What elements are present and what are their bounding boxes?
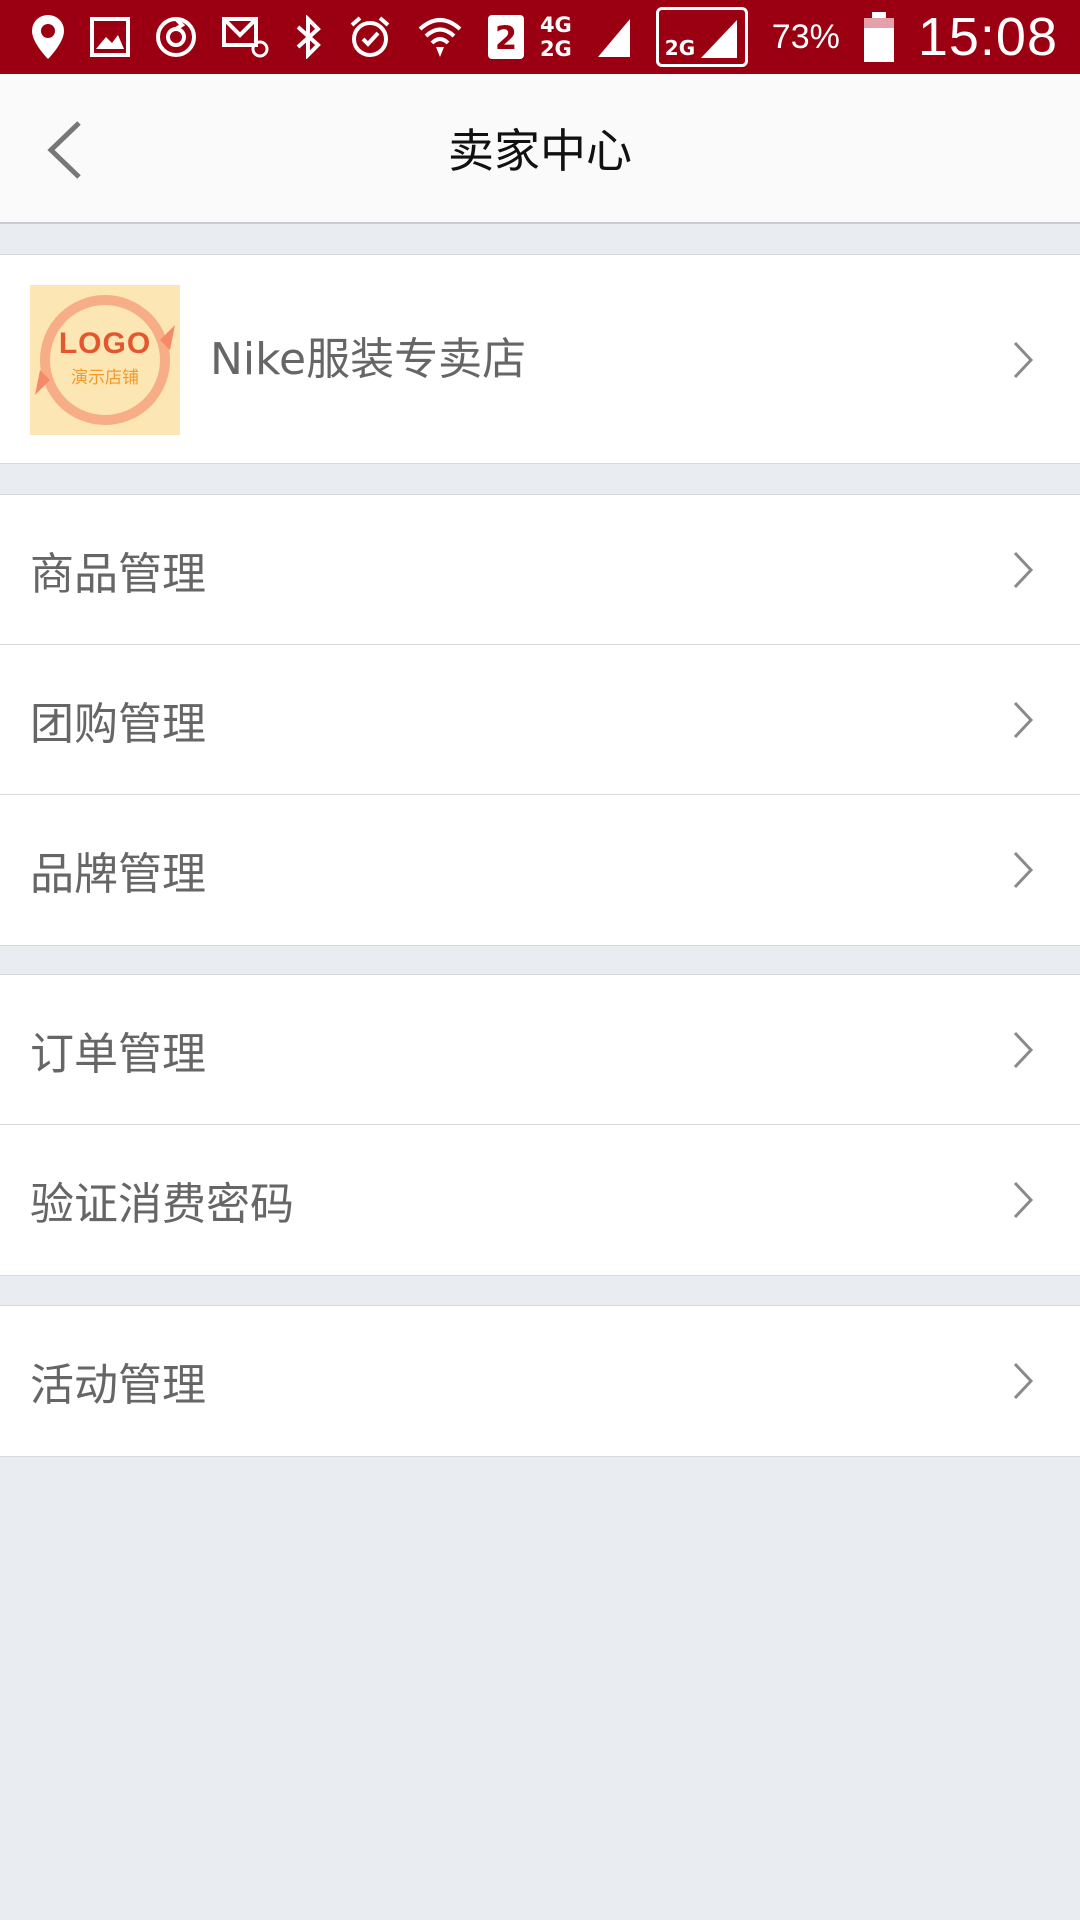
sync-icon — [154, 9, 198, 65]
header-bar: 卖家中心 — [0, 74, 1080, 224]
menu-item-label: 品牌管理 — [30, 849, 206, 900]
sim-badge-icon: 2 — [488, 9, 524, 65]
app-root: 2 4G 2G 2G 73% 15:08 卖家中心 LOGO 演示店铺 Nike… — [0, 0, 1080, 1920]
menu-item-label: 活动管理 — [30, 1360, 206, 1411]
menu-group-orders: 订单管理 验证消费密码 — [0, 974, 1080, 1276]
chevron-right-icon — [1012, 1030, 1034, 1070]
status-bar-left: 2 — [30, 9, 524, 65]
menu-item-product-management[interactable]: 商品管理 — [0, 495, 1080, 645]
alarm-icon — [348, 9, 392, 65]
chevron-right-icon — [1012, 1361, 1034, 1401]
sim-badge-text: 2 — [495, 19, 517, 57]
logo-sub-text: 演示店铺 — [71, 367, 139, 388]
network-bottom: 2G — [539, 37, 572, 61]
back-arrow-icon — [47, 121, 81, 179]
battery-icon — [863, 9, 894, 65]
chevron-right-icon — [1012, 550, 1034, 590]
battery-percent: 73% — [771, 17, 840, 56]
network-type: 4G 2G — [540, 13, 572, 61]
chevron-right-icon — [1012, 1180, 1034, 1220]
page-title: 卖家中心 — [448, 124, 632, 178]
menu-item-label: 团购管理 — [30, 698, 206, 750]
network-box: 2G — [655, 7, 748, 67]
menu-group-products: 商品管理 团购管理 品牌管理 — [0, 494, 1080, 946]
menu-item-order-management[interactable]: 订单管理 — [0, 975, 1080, 1125]
wifi-icon — [416, 9, 464, 65]
store-name: Nike服装专卖店 — [210, 334, 527, 385]
chevron-right-icon — [1012, 850, 1034, 890]
network-box-label: 2G — [664, 36, 696, 60]
logo-main-text: LOGO — [58, 326, 152, 360]
email-icon — [222, 9, 270, 65]
menu-item-label: 商品管理 — [30, 548, 206, 600]
signal-strength-icon — [596, 9, 632, 65]
menu-group-activities: 活动管理 — [0, 1305, 1080, 1457]
bluetooth-icon — [294, 9, 324, 65]
store-logo: LOGO 演示店铺 — [30, 285, 180, 435]
store-card[interactable]: LOGO 演示店铺 Nike服装专卖店 — [0, 254, 1080, 464]
menu-item-label: 订单管理 — [30, 1028, 206, 1080]
status-bar: 2 4G 2G 2G 73% 15:08 — [0, 0, 1080, 74]
menu-item-brand-management[interactable]: 品牌管理 — [0, 795, 1080, 945]
menu-item-activity-management[interactable]: 活动管理 — [0, 1306, 1080, 1456]
network-top: 4G — [539, 13, 572, 37]
menu-item-verify-code[interactable]: 验证消费密码 — [0, 1125, 1080, 1275]
menu-item-group-buy-management[interactable]: 团购管理 — [0, 645, 1080, 795]
status-bar-right: 4G 2G 2G 73% 15:08 — [540, 6, 1058, 68]
back-button[interactable] — [40, 118, 90, 182]
clock: 15:08 — [917, 7, 1058, 67]
menu-item-label: 验证消费密码 — [30, 1179, 294, 1230]
chevron-right-icon — [1012, 340, 1034, 380]
gallery-icon — [90, 9, 130, 65]
signal-bars-icon — [700, 20, 737, 58]
location-icon — [30, 9, 66, 65]
chevron-right-icon — [1012, 700, 1034, 740]
